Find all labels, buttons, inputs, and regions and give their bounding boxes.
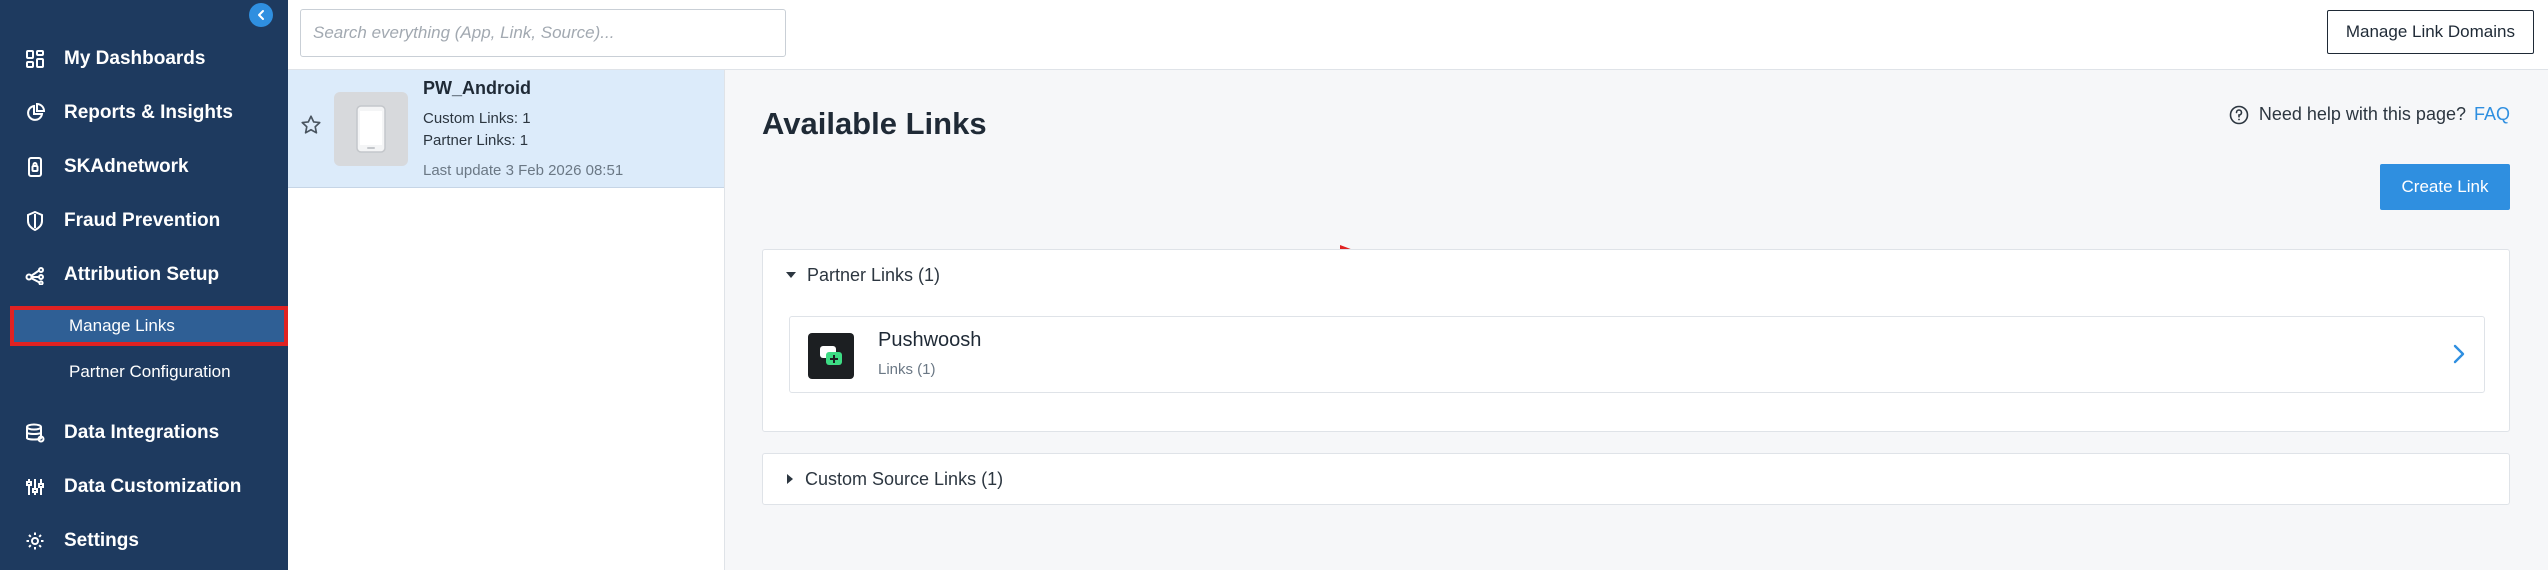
sidebar-item-label: Reports & Insights: [64, 102, 233, 123]
sidebar-item-label: Data Integrations: [64, 422, 220, 443]
attribution-nodes-icon: [24, 264, 46, 286]
section-header-label: Custom Source Links (1): [805, 468, 1004, 489]
dashboard-grid-icon: [24, 48, 46, 70]
sidebar-item-skadnetwork[interactable]: SKAdnetwork: [0, 147, 288, 187]
sidebar-item-fraud-prevention[interactable]: Fraud Prevention: [0, 201, 288, 241]
sidebar-item-label: Fraud Prevention: [64, 210, 221, 231]
create-link-button[interactable]: Create Link: [2380, 164, 2510, 210]
custom-source-links-section: Custom Source Links (1): [762, 453, 2510, 505]
sliders-icon: [24, 476, 46, 498]
section-header-label: Partner Links (1): [807, 264, 941, 285]
partner-links-count: Links (1): [878, 361, 936, 378]
pie-chart-icon: [24, 102, 46, 124]
partner-name: Pushwoosh: [878, 329, 982, 351]
app-card-selected[interactable]: PW_Android Custom Links: 1 Partner Links…: [288, 70, 724, 188]
faq-link[interactable]: FAQ: [2474, 104, 2510, 125]
chevron-left-icon: [258, 10, 264, 20]
collapse-sidebar-button[interactable]: [249, 3, 273, 27]
sidebar-subitem-label: Manage Links: [69, 316, 175, 335]
sidebar-item-label: My Dashboards: [64, 48, 206, 69]
app-list-panel: PW_Android Custom Links: 1 Partner Links…: [288, 70, 725, 570]
sidebar-subitem-partner-configuration[interactable]: Partner Configuration: [0, 352, 288, 392]
partner-links-header[interactable]: Partner Links (1): [785, 250, 940, 300]
app-partner-links-count: Partner Links: 1: [423, 132, 529, 149]
sidebar-item-data-customization[interactable]: Data Customization: [0, 467, 288, 507]
partner-row-pushwoosh[interactable]: Pushwoosh Links (1): [789, 316, 2485, 393]
help-row: Need help with this page? FAQ: [2229, 104, 2510, 125]
sidebar-item-data-integrations[interactable]: Data Integrations: [0, 413, 288, 453]
page-title: Available Links: [762, 106, 987, 141]
sidebar-item-label: SKAdnetwork: [64, 156, 189, 177]
phone-lock-icon: [24, 156, 46, 178]
app-last-update: Last update 3 Feb 2026 08:51: [423, 162, 624, 179]
app-thumbnail: [334, 92, 408, 166]
star-favorite-icon[interactable]: [300, 114, 322, 141]
app-custom-links-count: Custom Links: 1: [423, 110, 531, 127]
custom-source-links-header[interactable]: Custom Source Links (1): [785, 454, 1003, 504]
gear-icon: [24, 530, 46, 552]
sidebar-subitem-label: Partner Configuration: [69, 362, 231, 381]
sidebar-item-label: Attribution Setup: [64, 264, 220, 285]
help-text: Need help with this page?: [2258, 104, 2466, 124]
partner-links-section: Partner Links (1) Pushwoosh Links (1): [762, 249, 2510, 432]
app-name: PW_Android: [423, 78, 531, 98]
database-icon: [24, 422, 46, 444]
pushwoosh-logo-icon: [808, 333, 854, 379]
question-circle-icon: [2229, 105, 2249, 125]
sidebar-item-reports-insights[interactable]: Reports & Insights: [0, 93, 288, 133]
global-search-input[interactable]: [300, 9, 786, 57]
sidebar-item-settings[interactable]: Settings: [0, 521, 288, 561]
sidebar-item-label: Settings: [64, 530, 139, 551]
manage-link-domains-button[interactable]: Manage Link Domains: [2326, 10, 2534, 54]
sidebar-item-attribution-setup[interactable]: Attribution Setup: [0, 255, 288, 295]
sidebar-subitem-manage-links[interactable]: Manage Links: [10, 306, 288, 346]
android-phone-icon: [356, 105, 386, 153]
main-content: Available Links Need help with this page…: [726, 70, 2548, 570]
top-bar: Manage Link Domains: [288, 0, 2548, 70]
caret-down-icon: [785, 270, 797, 280]
sidebar: My Dashboards Reports & Insights SKAdnet…: [0, 0, 288, 570]
caret-right-icon: [785, 473, 795, 485]
shield-icon: [24, 210, 46, 232]
chevron-right-icon[interactable]: [2452, 343, 2466, 370]
sidebar-item-label: Data Customization: [64, 476, 242, 497]
sidebar-item-my-dashboards[interactable]: My Dashboards: [0, 39, 288, 79]
